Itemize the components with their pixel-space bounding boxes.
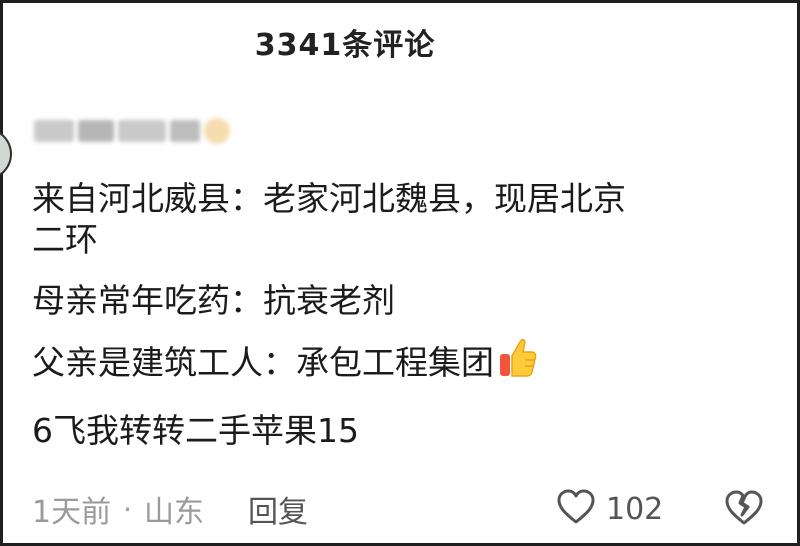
comments-count-title: 3341条评论 [254,28,436,63]
comment-line-text: 父亲是建筑工人：承包工程集团 [32,343,494,382]
like-button[interactable]: 102 [556,486,663,532]
reply-button[interactable]: 回复 [248,487,308,531]
comment-line: 母亲常年吃药：抗衰老剂 [32,281,395,320]
thumbs-up-icon [498,336,538,400]
username-blurred[interactable] [34,116,234,146]
comment-location: 山东 [144,495,204,530]
comment-line: 父亲是建筑工人：承包工程集团 [32,332,772,400]
comment-time: 1天前 [32,495,112,530]
separator-dot: · [123,492,132,526]
like-count: 102 [606,491,664,527]
comment-text: 来自河北威县：老家河北魏县，现居北京 二环 母亲常年吃药：抗衰老剂 父亲是建筑工… [32,168,772,462]
broken-heart-icon[interactable] [724,488,764,532]
comment-footer: 1天前 · 山东 回复 102 [32,486,772,532]
heart-outline-icon[interactable] [556,488,596,530]
comment-line: 6飞我转转二手苹果15 [32,411,359,450]
